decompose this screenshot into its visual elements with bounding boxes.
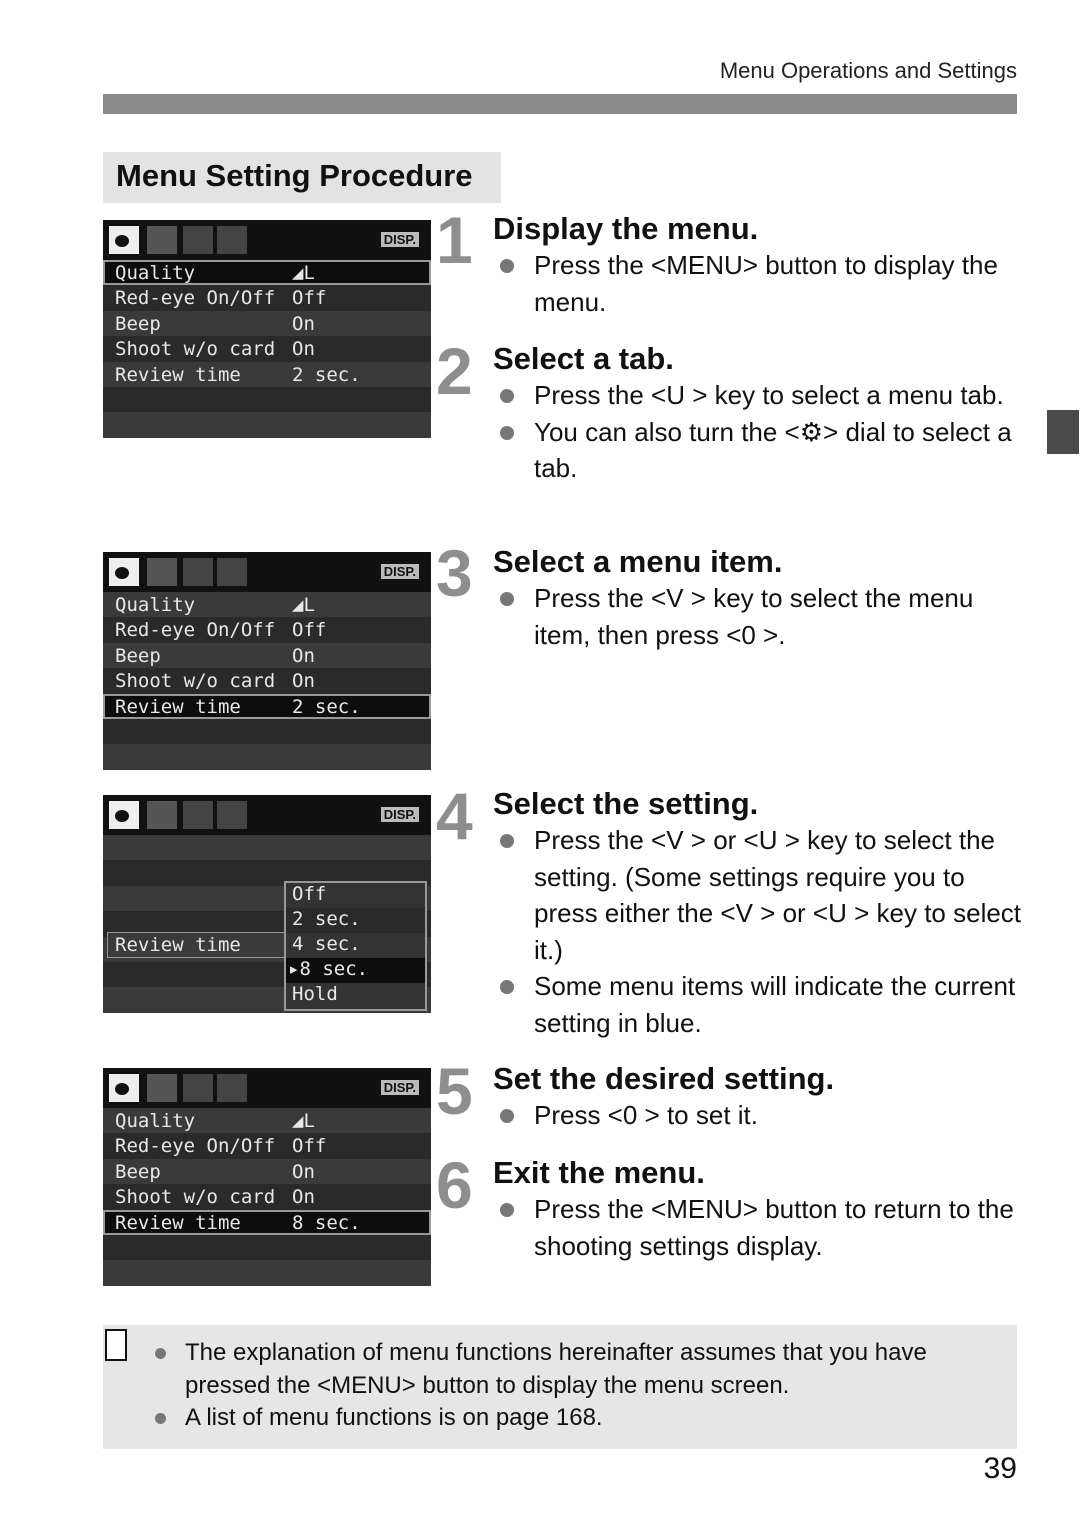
camera-tab-icon <box>109 1074 139 1102</box>
step-bullet: Press the <U > key to select a menu tab. <box>493 377 1023 414</box>
note-bullet: The explanation of menu functions herein… <box>153 1337 1017 1402</box>
step-2: Select a tab. Press the <U > key to sele… <box>493 341 1023 487</box>
lcd-tab-bar: DISP. <box>103 552 431 592</box>
step-3: Select a menu item. Press the <V > key t… <box>493 544 1023 653</box>
setup-tab-2-icon <box>217 801 247 829</box>
playback-tab-icon <box>147 558 177 586</box>
option: 2 sec. <box>286 908 425 933</box>
menu-row-empty <box>103 412 431 438</box>
menu-row-empty <box>103 744 431 770</box>
setup-tab-2-icon <box>217 1074 247 1102</box>
lcd-screen-4: DISP. Quality ◢L Red-eye On/Off Off Beep On… <box>103 1068 431 1286</box>
option-selected: ▸8 sec. <box>286 958 425 983</box>
menu-row: Red-eye On/Off Off <box>103 285 431 311</box>
section-title: Menu Setting Procedure <box>116 158 473 193</box>
menu-row: Shoot w/o card On <box>103 1184 431 1210</box>
step-title: Select the setting. <box>493 786 759 821</box>
step-bullet: Press <0 > to set it. <box>493 1097 1023 1134</box>
disp-icon: DISP. <box>380 807 419 822</box>
step-number: 4 <box>436 779 473 853</box>
step-number: 6 <box>436 1148 473 1222</box>
note-box: The explanation of menu functions herein… <box>103 1325 1017 1449</box>
step-bullet: Press the <MENU> button to return to the… <box>493 1191 1023 1264</box>
lcd-tab-bar: DISP. <box>103 220 431 260</box>
step-number: 2 <box>436 334 473 408</box>
menu-row: Quality ◢L <box>103 592 431 618</box>
camera-tab-icon <box>109 801 139 829</box>
setup-tab-2-icon <box>217 558 247 586</box>
step-1: Display the menu. Press the <MENU> butto… <box>493 211 1023 320</box>
menu-row: Shoot w/o card On <box>103 336 431 362</box>
step-title: Set the desired setting. <box>493 1061 835 1096</box>
options-list: Off 2 sec. 4 sec. ▸8 sec. Hold <box>284 881 427 1011</box>
playback-tab-icon <box>147 1074 177 1102</box>
menu-row: Red-eye On/Off Off <box>103 617 431 643</box>
step-number: 5 <box>436 1054 473 1128</box>
step-bullet: Press the <V > key to select the menu it… <box>493 580 1023 653</box>
setup-tab-icon <box>183 226 213 254</box>
menu-row: Review time 2 sec. <box>103 693 431 719</box>
disp-icon: DISP. <box>380 564 419 579</box>
menu-row-empty <box>103 718 431 745</box>
step-bullet: You can also turn the <⚙> dial to select… <box>493 414 1023 487</box>
menu-row: Beep On <box>103 1158 431 1185</box>
step-number: 3 <box>436 536 473 610</box>
setup-tab-icon <box>183 558 213 586</box>
setup-tab-icon <box>183 1074 213 1102</box>
menu-row: Review time 8 sec. <box>103 1209 431 1235</box>
step-title: Exit the menu. <box>493 1155 705 1190</box>
step-title: Select a tab. <box>493 341 674 376</box>
menu-row: Red-eye On/Off Off <box>103 1133 431 1159</box>
camera-tab-icon <box>109 226 139 254</box>
menu-row: Shoot w/o card On <box>103 668 431 694</box>
lcd-screen-3: DISP. Review time Off 2 sec. 4 sec. ▸8 s… <box>103 795 431 1013</box>
menu-row-empty <box>103 1234 431 1261</box>
step-4: Select the setting. Press the <V > or <U… <box>493 786 1023 1041</box>
step-5: Set the desired setting. Press <0 > to s… <box>493 1061 1023 1134</box>
menu-row-empty <box>103 386 431 413</box>
disp-icon: DISP. <box>380 232 419 247</box>
setup-tab-icon <box>183 801 213 829</box>
playback-tab-icon <box>147 801 177 829</box>
menu-row: Beep On <box>103 310 431 337</box>
step-bullet: Press the <MENU> button to display the m… <box>493 247 1023 320</box>
section-title-box: Menu Setting Procedure <box>103 152 501 203</box>
menu-row-empty <box>103 835 431 861</box>
chapter-tab <box>1047 410 1079 454</box>
lcd-tab-bar: DISP. <box>103 1068 431 1108</box>
menu-row: Quality ◢L <box>103 1108 431 1134</box>
option: Off <box>292 883 327 905</box>
option: Hold <box>292 983 338 1005</box>
lcd-screen-2: DISP. Quality ◢L Red-eye On/Off Off Beep On… <box>103 552 431 770</box>
playback-tab-icon <box>147 226 177 254</box>
menu-row: Review time 2 sec. <box>103 361 431 387</box>
memo-pencil-icon <box>105 1329 127 1361</box>
option: 4 sec. <box>292 933 361 955</box>
disp-icon: DISP. <box>380 1080 419 1095</box>
step-title: Select a menu item. <box>493 544 783 579</box>
camera-tab-icon <box>109 558 139 586</box>
step-title: Display the menu. <box>493 211 759 246</box>
note-bullet: A list of menu functions is on page 168. <box>153 1402 1017 1435</box>
header-bar <box>103 94 1017 114</box>
step-bullet: Press the <V > or <U > key to select the… <box>493 822 1023 968</box>
lcd-tab-bar: DISP. <box>103 795 431 835</box>
menu-row: Quality ◢L <box>103 260 431 286</box>
step-bullet: Some menu items will indicate the curren… <box>493 968 1023 1041</box>
lcd-screen-1: DISP. Quality ◢L Red-eye On/Off Off Beep On… <box>103 220 431 438</box>
page-number: 39 <box>983 1452 1017 1485</box>
menu-row-empty <box>103 1260 431 1286</box>
setup-tab-2-icon <box>217 226 247 254</box>
selected-item: Review time <box>107 932 287 958</box>
menu-row: Beep On <box>103 642 431 669</box>
running-header: Menu Operations and Settings <box>719 58 1017 83</box>
step-number: 1 <box>436 203 473 277</box>
step-6: Exit the menu. Press the <MENU> button t… <box>493 1155 1023 1264</box>
